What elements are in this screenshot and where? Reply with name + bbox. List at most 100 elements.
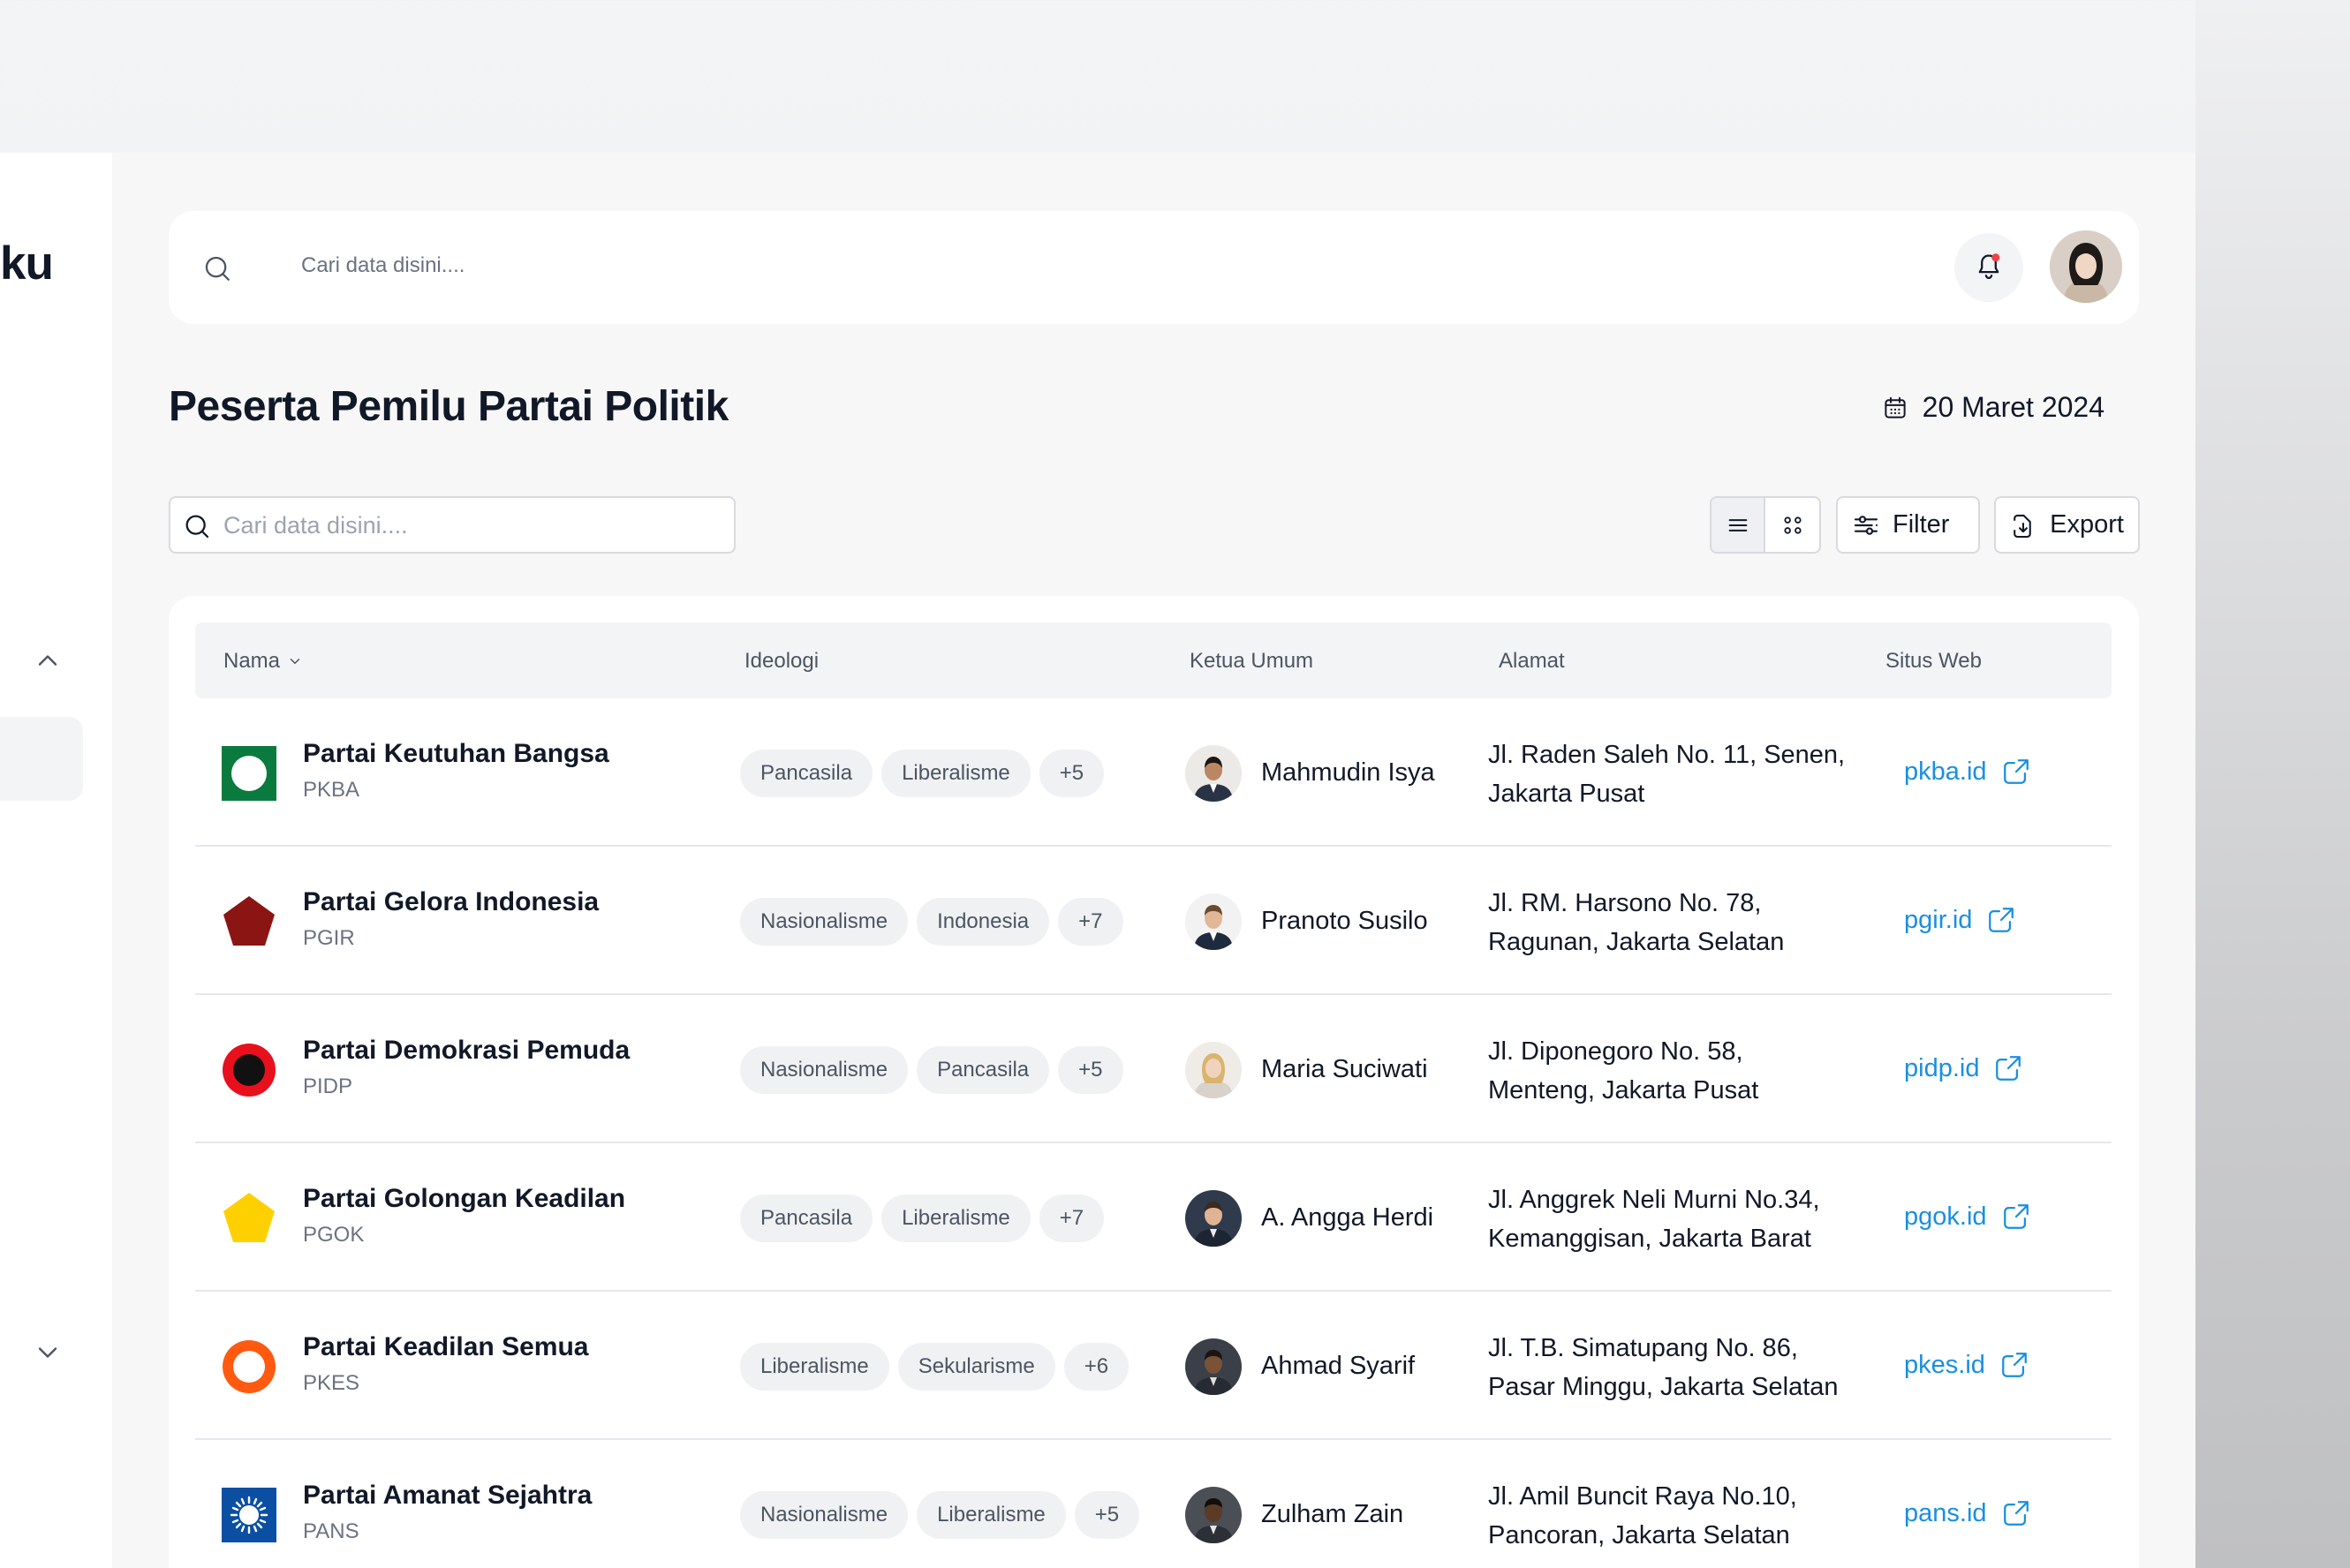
website-text[interactable]: pgok.id <box>1904 1202 1987 1232</box>
ideology-tag[interactable]: Liberalisme <box>881 750 1031 797</box>
website-link[interactable]: pans.id <box>1904 1498 2031 1528</box>
table-row[interactable]: Partai Golongan Keadilan PGOK Pancasila … <box>195 1143 2112 1292</box>
address-line: Menteng, Jakarta Pusat <box>1488 1076 1759 1104</box>
background-fade <box>2195 0 2350 1568</box>
sidebar-active-item[interactable] <box>0 717 83 801</box>
bell-icon <box>1978 253 2000 280</box>
party-name: Partai Keutuhan Bangsa <box>303 739 609 768</box>
ideology-tags: Pancasila Liberalisme +5 <box>740 750 1105 797</box>
address-line: Jl. Diponegoro No. 58, <box>1488 1037 1743 1066</box>
ideology-tags: Nasionalisme Indonesia +7 <box>740 898 1123 946</box>
party-abbr: PKES <box>303 1371 360 1395</box>
party-address: Jl. RM. Harsono No. 78, Ragunan, Jakarta… <box>1488 884 1784 961</box>
table-row[interactable]: Partai Gelora Indonesia PGIR Nasionalism… <box>195 847 2112 995</box>
more-tags-badge[interactable]: +5 <box>1039 750 1105 797</box>
ideology-tag[interactable]: Nasionalisme <box>740 1046 909 1094</box>
sort-by-name[interactable]: Nama <box>223 649 303 674</box>
leader-avatar <box>1185 1487 1242 1543</box>
chevron-down-icon[interactable] <box>32 1337 64 1368</box>
chevron-up-icon[interactable] <box>32 645 64 676</box>
leader-avatar <box>1185 745 1242 802</box>
grid-icon <box>1783 516 1802 534</box>
address-line: Jl. T.B. Simatupang No. 86, <box>1488 1334 1798 1362</box>
external-link-icon[interactable] <box>2001 757 2031 787</box>
top-bar: Cari data disini.... <box>169 211 2139 324</box>
more-tags-badge[interactable]: +5 <box>1074 1491 1140 1539</box>
table-row[interactable]: Partai Demokrasi Pemuda PIDP Nasionalism… <box>195 995 2112 1143</box>
table-row[interactable]: Partai Keutuhan Bangsa PKBA Pancasila Li… <box>195 698 2112 847</box>
table-row[interactable]: Partai Amanat Sejahtra PANS Nasionalisme… <box>195 1440 2112 1568</box>
filter-icon <box>1854 515 1878 535</box>
more-tags-badge[interactable]: +7 <box>1039 1195 1105 1242</box>
website-link[interactable]: pidp.id <box>1904 1053 2023 1083</box>
ideology-tag[interactable]: Pancasila <box>917 1046 1050 1094</box>
external-link-icon[interactable] <box>1993 1053 2023 1083</box>
ideology-tag[interactable]: Nasionalisme <box>740 1491 909 1539</box>
header-nama: Nama <box>223 649 281 673</box>
address-line: Jl. Anggrek Neli Murni No.34, <box>1488 1186 1820 1214</box>
website-link[interactable]: pkes.id <box>1904 1350 2029 1380</box>
table-search-input[interactable]: Cari data disini.... <box>169 496 736 554</box>
notification-button[interactable] <box>1954 233 2023 302</box>
header-ketua: Ketua Umum <box>1190 649 1314 673</box>
ideology-tags: Pancasila Liberalisme +7 <box>740 1195 1105 1242</box>
ideology-tag[interactable]: Pancasila <box>740 750 873 797</box>
external-link-icon[interactable] <box>1986 905 2016 935</box>
address-line: Ragunan, Jakarta Selatan <box>1488 928 1785 956</box>
chevron-down-icon <box>290 659 300 664</box>
table-row[interactable]: Partai Keadilan Semua PKES Liberalisme S… <box>195 1292 2112 1440</box>
list-icon <box>1728 518 1747 531</box>
ideology-tag[interactable]: Liberalisme <box>881 1195 1031 1242</box>
party-logo-icon <box>223 896 275 946</box>
ideology-tag[interactable]: Nasionalisme <box>740 898 909 946</box>
address-line: Pancoran, Jakarta Selatan <box>1488 1521 1790 1549</box>
ideology-tags: Nasionalisme Liberalisme +5 <box>740 1491 1140 1539</box>
party-abbr: PGOK <box>303 1223 365 1247</box>
table-header: Nama Ideologi Ketua Umum Alamat Situs We… <box>195 622 2112 698</box>
address-line: Jl. Raden Saleh No. 11, Senen, <box>1488 741 1846 769</box>
ideology-tag[interactable]: Indonesia <box>917 898 1050 946</box>
website-text[interactable]: pidp.id <box>1904 1054 1979 1083</box>
ideology-tag[interactable]: Sekularisme <box>897 1343 1055 1391</box>
user-avatar[interactable] <box>2050 230 2122 303</box>
party-name: Partai Golongan Keadilan <box>303 1184 626 1213</box>
more-tags-badge[interactable]: +6 <box>1063 1343 1130 1391</box>
website-text[interactable]: pkes.id <box>1904 1351 1985 1380</box>
more-tags-badge[interactable]: +7 <box>1058 898 1123 946</box>
ideology-tag[interactable]: Liberalisme <box>917 1491 1066 1539</box>
address-line: Pasar Minggu, Jakarta Selatan <box>1488 1373 1839 1401</box>
party-logo-icon <box>223 1340 276 1393</box>
website-text[interactable]: pans.id <box>1904 1499 1987 1528</box>
leader-avatar <box>1185 1042 1242 1098</box>
export-icon <box>2014 514 2031 538</box>
ideology-tags: Nasionalisme Pancasila +5 <box>740 1046 1123 1094</box>
leader-name: Zulham Zain <box>1261 1500 1404 1528</box>
header-ideologi: Ideologi <box>744 649 820 673</box>
leader-avatar <box>1185 893 1242 950</box>
website-link[interactable]: pkba.id <box>1904 757 2031 787</box>
export-button[interactable]: Export <box>1994 496 2140 554</box>
website-link[interactable]: pgok.id <box>1904 1202 2031 1232</box>
ideology-tag[interactable]: Liberalisme <box>740 1343 889 1391</box>
more-tags-badge[interactable]: +5 <box>1058 1046 1123 1094</box>
brand-logo-text: ku <box>0 237 54 290</box>
website-text[interactable]: pgir.id <box>1904 906 1972 935</box>
party-abbr: PGIR <box>303 926 355 950</box>
grid-view-button[interactable] <box>1765 498 1819 552</box>
external-link-icon[interactable] <box>1999 1350 2029 1380</box>
external-link-icon[interactable] <box>2001 1498 2031 1528</box>
filter-button[interactable]: Filter <box>1836 496 1980 554</box>
party-name: Partai Keadilan Semua <box>303 1332 589 1361</box>
leader-name: Ahmad Syarif <box>1261 1352 1416 1380</box>
party-abbr: PKBA <box>303 778 360 802</box>
ideology-tag[interactable]: Pancasila <box>740 1195 873 1242</box>
website-link[interactable]: pgir.id <box>1904 905 2016 935</box>
party-logo-icon <box>223 1044 276 1097</box>
export-label: Export <box>2050 510 2124 539</box>
website-text[interactable]: pkba.id <box>1904 758 1987 787</box>
external-link-icon[interactable] <box>2001 1202 2031 1232</box>
party-address: Jl. Amil Buncit Raya No.10, Pancoran, Ja… <box>1488 1477 1797 1555</box>
global-search-input[interactable]: Cari data disini.... <box>301 253 465 278</box>
list-view-button[interactable] <box>1711 498 1766 552</box>
party-logo-icon <box>222 1488 276 1542</box>
